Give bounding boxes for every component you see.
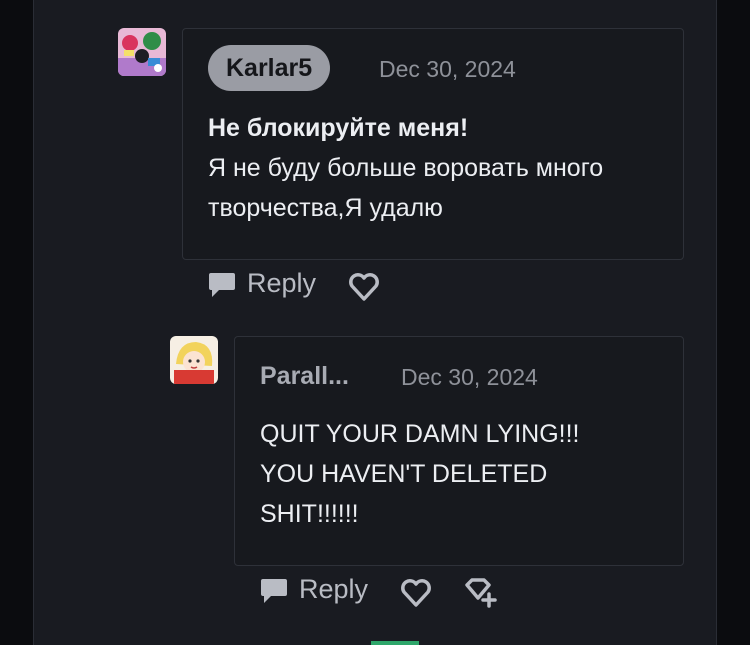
page: Karlar5 Dec 30, 2024 Не блокируйте меня!… bbox=[0, 0, 750, 645]
heart-outline-icon bbox=[401, 579, 431, 607]
comment-date: Dec 30, 2024 bbox=[379, 56, 516, 82]
comment-text-line: QUIT YOUR DAMN LYING!!! bbox=[260, 420, 580, 448]
speech-bubble-icon bbox=[209, 272, 235, 297]
avatar[interactable] bbox=[170, 336, 218, 384]
comment-date: Dec 30, 2024 bbox=[401, 364, 538, 390]
comment-text-line: SHIT!!!!!! bbox=[260, 500, 359, 528]
username-link[interactable]: Parall... bbox=[260, 362, 349, 391]
comment-text-line: творчества,Я удалю bbox=[208, 194, 443, 222]
heart-plus-icon bbox=[465, 578, 497, 608]
comment-body: Не блокируйте меня! Я не буду больше вор… bbox=[208, 108, 668, 228]
reply-label: Reply bbox=[247, 268, 317, 298]
avatar-image bbox=[118, 28, 166, 76]
comment-title: Не блокируйте меня! bbox=[208, 114, 469, 142]
avatar[interactable] bbox=[118, 28, 166, 76]
like-button[interactable] bbox=[400, 578, 432, 613]
speech-bubble-icon bbox=[261, 578, 287, 603]
like-button[interactable] bbox=[348, 272, 380, 307]
reply-button[interactable]: Reply bbox=[207, 268, 316, 299]
comment-body: QUIT YOUR DAMN LYING!!! YOU HAVEN'T DELE… bbox=[260, 414, 670, 534]
reply-button[interactable]: Reply bbox=[259, 574, 368, 605]
scroll-indicator bbox=[371, 641, 419, 645]
reply-label: Reply bbox=[299, 574, 369, 604]
username-badge[interactable]: Karlar5 bbox=[208, 45, 331, 91]
comment-text-line: YOU HAVEN'T DELETED bbox=[260, 460, 548, 488]
heart-outline-icon bbox=[349, 273, 379, 301]
comment-text-line: Я не буду больше воровать много bbox=[208, 154, 604, 182]
award-button[interactable] bbox=[463, 576, 499, 615]
avatar-image bbox=[170, 336, 218, 384]
